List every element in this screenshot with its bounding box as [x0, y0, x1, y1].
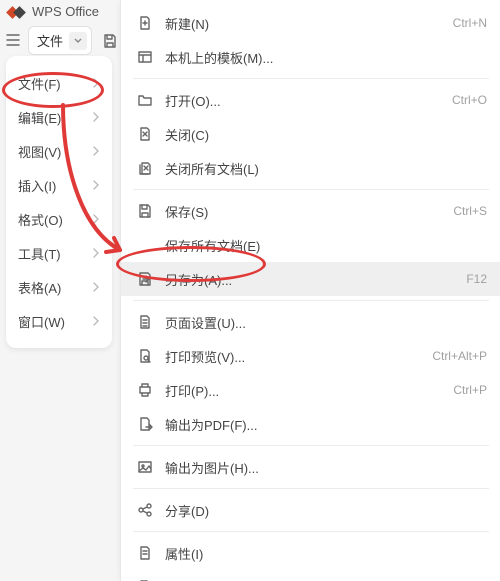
saveas-icon: [135, 269, 155, 289]
save-icon: [135, 201, 155, 221]
close-icon: [135, 124, 155, 144]
left-menu-item-label: 工具(T): [18, 244, 61, 263]
app-title: WPS Office: [32, 4, 99, 19]
menu-item[interactable]: 关闭(C): [121, 117, 500, 151]
menu-separator: [133, 531, 489, 532]
menu-item[interactable]: 新建(N)Ctrl+N: [121, 6, 500, 40]
left-menu-item-label: 插入(I): [18, 176, 56, 195]
menu-item-shortcut: F12: [466, 272, 487, 286]
chevron-right-icon: [92, 316, 100, 326]
new-icon: [135, 13, 155, 33]
menu-item-label: 属性(I): [165, 544, 487, 563]
chevron-right-icon: [92, 248, 100, 258]
menu-item-label: 打印(P)...: [165, 381, 453, 400]
menu-item-label: 保存(S): [165, 202, 453, 221]
menu-item-label: 打开(O)...: [165, 91, 452, 110]
chevron-down-icon: [69, 32, 87, 50]
menu-item-label: 另存为(A)...: [165, 270, 466, 289]
image-icon: [135, 457, 155, 477]
menu-item[interactable]: 本机上的模板(M)...: [121, 40, 500, 74]
props-icon: [135, 543, 155, 563]
menu-separator: [133, 300, 489, 301]
menu-item-shortcut: Ctrl+S: [453, 204, 487, 218]
menu-item[interactable]: 保存(S)Ctrl+S: [121, 194, 500, 228]
menu-item[interactable]: 输出为PDF(F)...: [121, 407, 500, 441]
menu-item-label: 页面设置(U)...: [165, 313, 487, 332]
left-menu-item[interactable]: 格式(O): [6, 202, 112, 236]
left-menu-item-label: 表格(A): [18, 278, 61, 297]
hamburger-icon[interactable]: [6, 33, 20, 49]
menu-item-shortcut: Ctrl+Alt+P: [432, 349, 487, 363]
menu-item-shortcut: Ctrl+P: [453, 383, 487, 397]
menu-item-shortcut: Ctrl+O: [452, 93, 487, 107]
chevron-right-icon: [92, 146, 100, 156]
menu-item[interactable]: 分享(D): [121, 493, 500, 527]
chevron-right-icon: [92, 214, 100, 224]
menu-item[interactable]: 文件加密(V)...: [121, 570, 500, 581]
menu-item-label: 关闭所有文档(L): [165, 159, 487, 178]
preview-icon: [135, 346, 155, 366]
left-menu-item[interactable]: 编辑(E): [6, 100, 112, 134]
left-menu-item-label: 视图(V): [18, 142, 61, 161]
menu-item[interactable]: 打印(P)...Ctrl+P: [121, 373, 500, 407]
menu-item[interactable]: 另存为(A)...F12: [121, 262, 500, 296]
chevron-right-icon: [92, 282, 100, 292]
menu-item[interactable]: 关闭所有文档(L): [121, 151, 500, 185]
menu-separator: [133, 445, 489, 446]
app-titlebar: WPS Office: [8, 4, 99, 19]
menu-item[interactable]: 属性(I): [121, 536, 500, 570]
chevron-right-icon: [92, 112, 100, 122]
menu-item-label: 保存所有文档(E): [165, 236, 487, 255]
wps-logo-icon: [8, 5, 26, 19]
menu-separator: [133, 78, 489, 79]
menu-item[interactable]: 页面设置(U)...: [121, 305, 500, 339]
menu-item-shortcut: Ctrl+N: [453, 16, 487, 30]
menu-item-label: 文件加密(V)...: [165, 578, 487, 581]
menu-item-label: 新建(N): [165, 14, 453, 33]
left-menu-item-label: 编辑(E): [18, 108, 61, 127]
left-menu-item[interactable]: 文件(F): [6, 66, 112, 100]
save-icon[interactable]: [102, 33, 118, 49]
left-menu-item[interactable]: 视图(V): [6, 134, 112, 168]
left-menu-item[interactable]: 工具(T): [6, 236, 112, 270]
menu-item-label: 输出为图片(H)...: [165, 458, 487, 477]
page-icon: [135, 312, 155, 332]
file-menu-dropdown: 新建(N)Ctrl+N 本机上的模板(M)... 打开(O)...Ctrl+O 关闭(…: [120, 0, 500, 581]
menu-item-label: 本机上的模板(M)...: [165, 48, 487, 67]
file-submenu: 文件(F) 编辑(E) 视图(V) 插入(I) 格式(O) 工具(T) 表格(A) 窗口(W): [6, 56, 112, 348]
template-icon: [135, 47, 155, 67]
print-icon: [135, 380, 155, 400]
menu-item[interactable]: 输出为图片(H)...: [121, 450, 500, 484]
left-menu-item-label: 文件(F): [18, 74, 61, 93]
menu-item-label: 打印预览(V)...: [165, 347, 432, 366]
left-menu-item-label: 格式(O): [18, 210, 63, 229]
menu-item-label: 输出为PDF(F)...: [165, 415, 487, 434]
open-icon: [135, 90, 155, 110]
pdf-icon: [135, 414, 155, 434]
closeall-icon: [135, 158, 155, 178]
left-menu-item[interactable]: 插入(I): [6, 168, 112, 202]
share-icon: [135, 500, 155, 520]
menu-separator: [133, 189, 489, 190]
chevron-right-icon: [92, 78, 100, 88]
menu-item[interactable]: 打开(O)...Ctrl+O: [121, 83, 500, 117]
lock-icon: [135, 577, 155, 581]
tab-file-label: 文件: [37, 31, 63, 50]
menu-item[interactable]: 保存所有文档(E): [121, 228, 500, 262]
menu-item[interactable]: 打印预览(V)...Ctrl+Alt+P: [121, 339, 500, 373]
menu-item-label: 分享(D): [165, 501, 487, 520]
menu-item-label: 关闭(C): [165, 125, 487, 144]
left-menu-item[interactable]: 表格(A): [6, 270, 112, 304]
left-menu-item[interactable]: 窗口(W): [6, 304, 112, 338]
chevron-right-icon: [92, 180, 100, 190]
tab-bar: 文件: [6, 26, 118, 55]
left-menu-item-label: 窗口(W): [18, 312, 65, 331]
blank-icon: [135, 235, 155, 255]
menu-separator: [133, 488, 489, 489]
tab-file[interactable]: 文件: [28, 26, 92, 55]
